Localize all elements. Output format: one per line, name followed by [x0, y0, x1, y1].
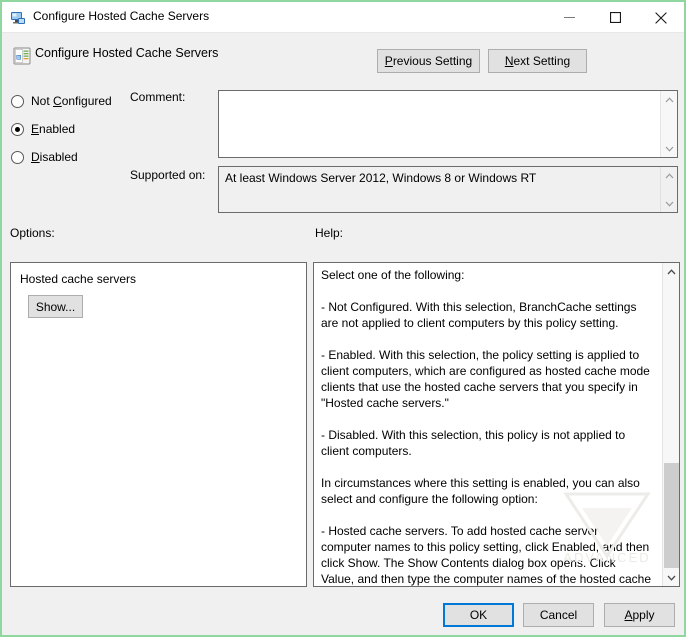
radio-not-configured[interactable]: Not Configured: [11, 92, 112, 110]
options-section-label: Options:: [10, 226, 55, 240]
scroll-down-icon[interactable]: [661, 140, 677, 157]
next-setting-button[interactable]: Next Setting: [488, 49, 587, 73]
comment-input[interactable]: [218, 90, 678, 158]
radio-indicator-enabled: [11, 122, 24, 136]
window-title: Configure Hosted Cache Servers: [33, 9, 210, 23]
supported-on-label: Supported on:: [130, 168, 206, 182]
radio-label-not-configured: Not Configured: [31, 94, 112, 108]
radio-enabled[interactable]: Enabled: [11, 120, 75, 138]
scroll-up-icon[interactable]: [661, 91, 677, 108]
apply-accel: A: [624, 608, 633, 622]
scroll-down-icon[interactable]: [663, 569, 679, 586]
help-section-label: Help:: [315, 226, 344, 240]
close-button[interactable]: [638, 2, 684, 33]
radio-label-disabled: Disabled: [31, 150, 78, 164]
policy-setting-icon: [13, 47, 31, 65]
comment-label: Comment:: [130, 90, 186, 104]
help-scrollbar-thumb[interactable]: [664, 463, 679, 568]
help-scrollbar[interactable]: [662, 263, 679, 586]
scroll-up-icon[interactable]: [661, 167, 677, 184]
maximize-icon: [609, 12, 621, 23]
group-policy-setting-dialog: Configure Hosted Cache Servers Configure…: [0, 0, 686, 637]
apply-button[interactable]: Apply: [604, 603, 675, 627]
minimize-button[interactable]: [546, 2, 592, 33]
radio-label-enabled: Enabled: [31, 122, 76, 136]
show-button[interactable]: Show...: [28, 295, 83, 318]
close-icon: [655, 11, 667, 24]
previous-setting-accel: P: [384, 54, 393, 68]
scroll-up-icon[interactable]: [663, 263, 679, 280]
help-text: Select one of the following: - Not Confi…: [321, 268, 651, 586]
setting-header-title: Configure Hosted Cache Servers: [35, 46, 219, 60]
radio-disabled[interactable]: Disabled: [11, 148, 78, 166]
apply-label-rest: pply: [632, 608, 655, 622]
supported-on-value: At least Windows Server 2012, Windows 8 …: [225, 171, 537, 185]
supported-on-field: At least Windows Server 2012, Windows 8 …: [218, 166, 678, 213]
previous-setting-button[interactable]: Previous Setting: [377, 49, 480, 73]
minimize-icon: [563, 17, 575, 18]
radio-indicator-disabled: [11, 150, 24, 164]
radio-indicator-not-configured: [11, 94, 24, 108]
supported-on-scrollbar[interactable]: [660, 167, 677, 212]
scroll-down-icon[interactable]: [661, 195, 677, 212]
hosted-cache-servers-label: Hosted cache servers: [20, 272, 137, 286]
help-panel: Select one of the following: - Not Confi…: [313, 262, 680, 587]
ok-button[interactable]: OK: [443, 603, 514, 627]
options-panel: Hosted cache servers Show...: [10, 262, 307, 587]
cancel-button[interactable]: Cancel: [523, 603, 594, 627]
next-setting-label-rest: ext Setting: [513, 54, 571, 68]
title-bar: Configure Hosted Cache Servers: [2, 2, 684, 33]
previous-setting-label-rest: revious Setting: [392, 54, 473, 68]
maximize-button[interactable]: [592, 2, 638, 33]
computer-monitor-icon: [10, 10, 26, 26]
comment-scrollbar[interactable]: [660, 91, 677, 157]
